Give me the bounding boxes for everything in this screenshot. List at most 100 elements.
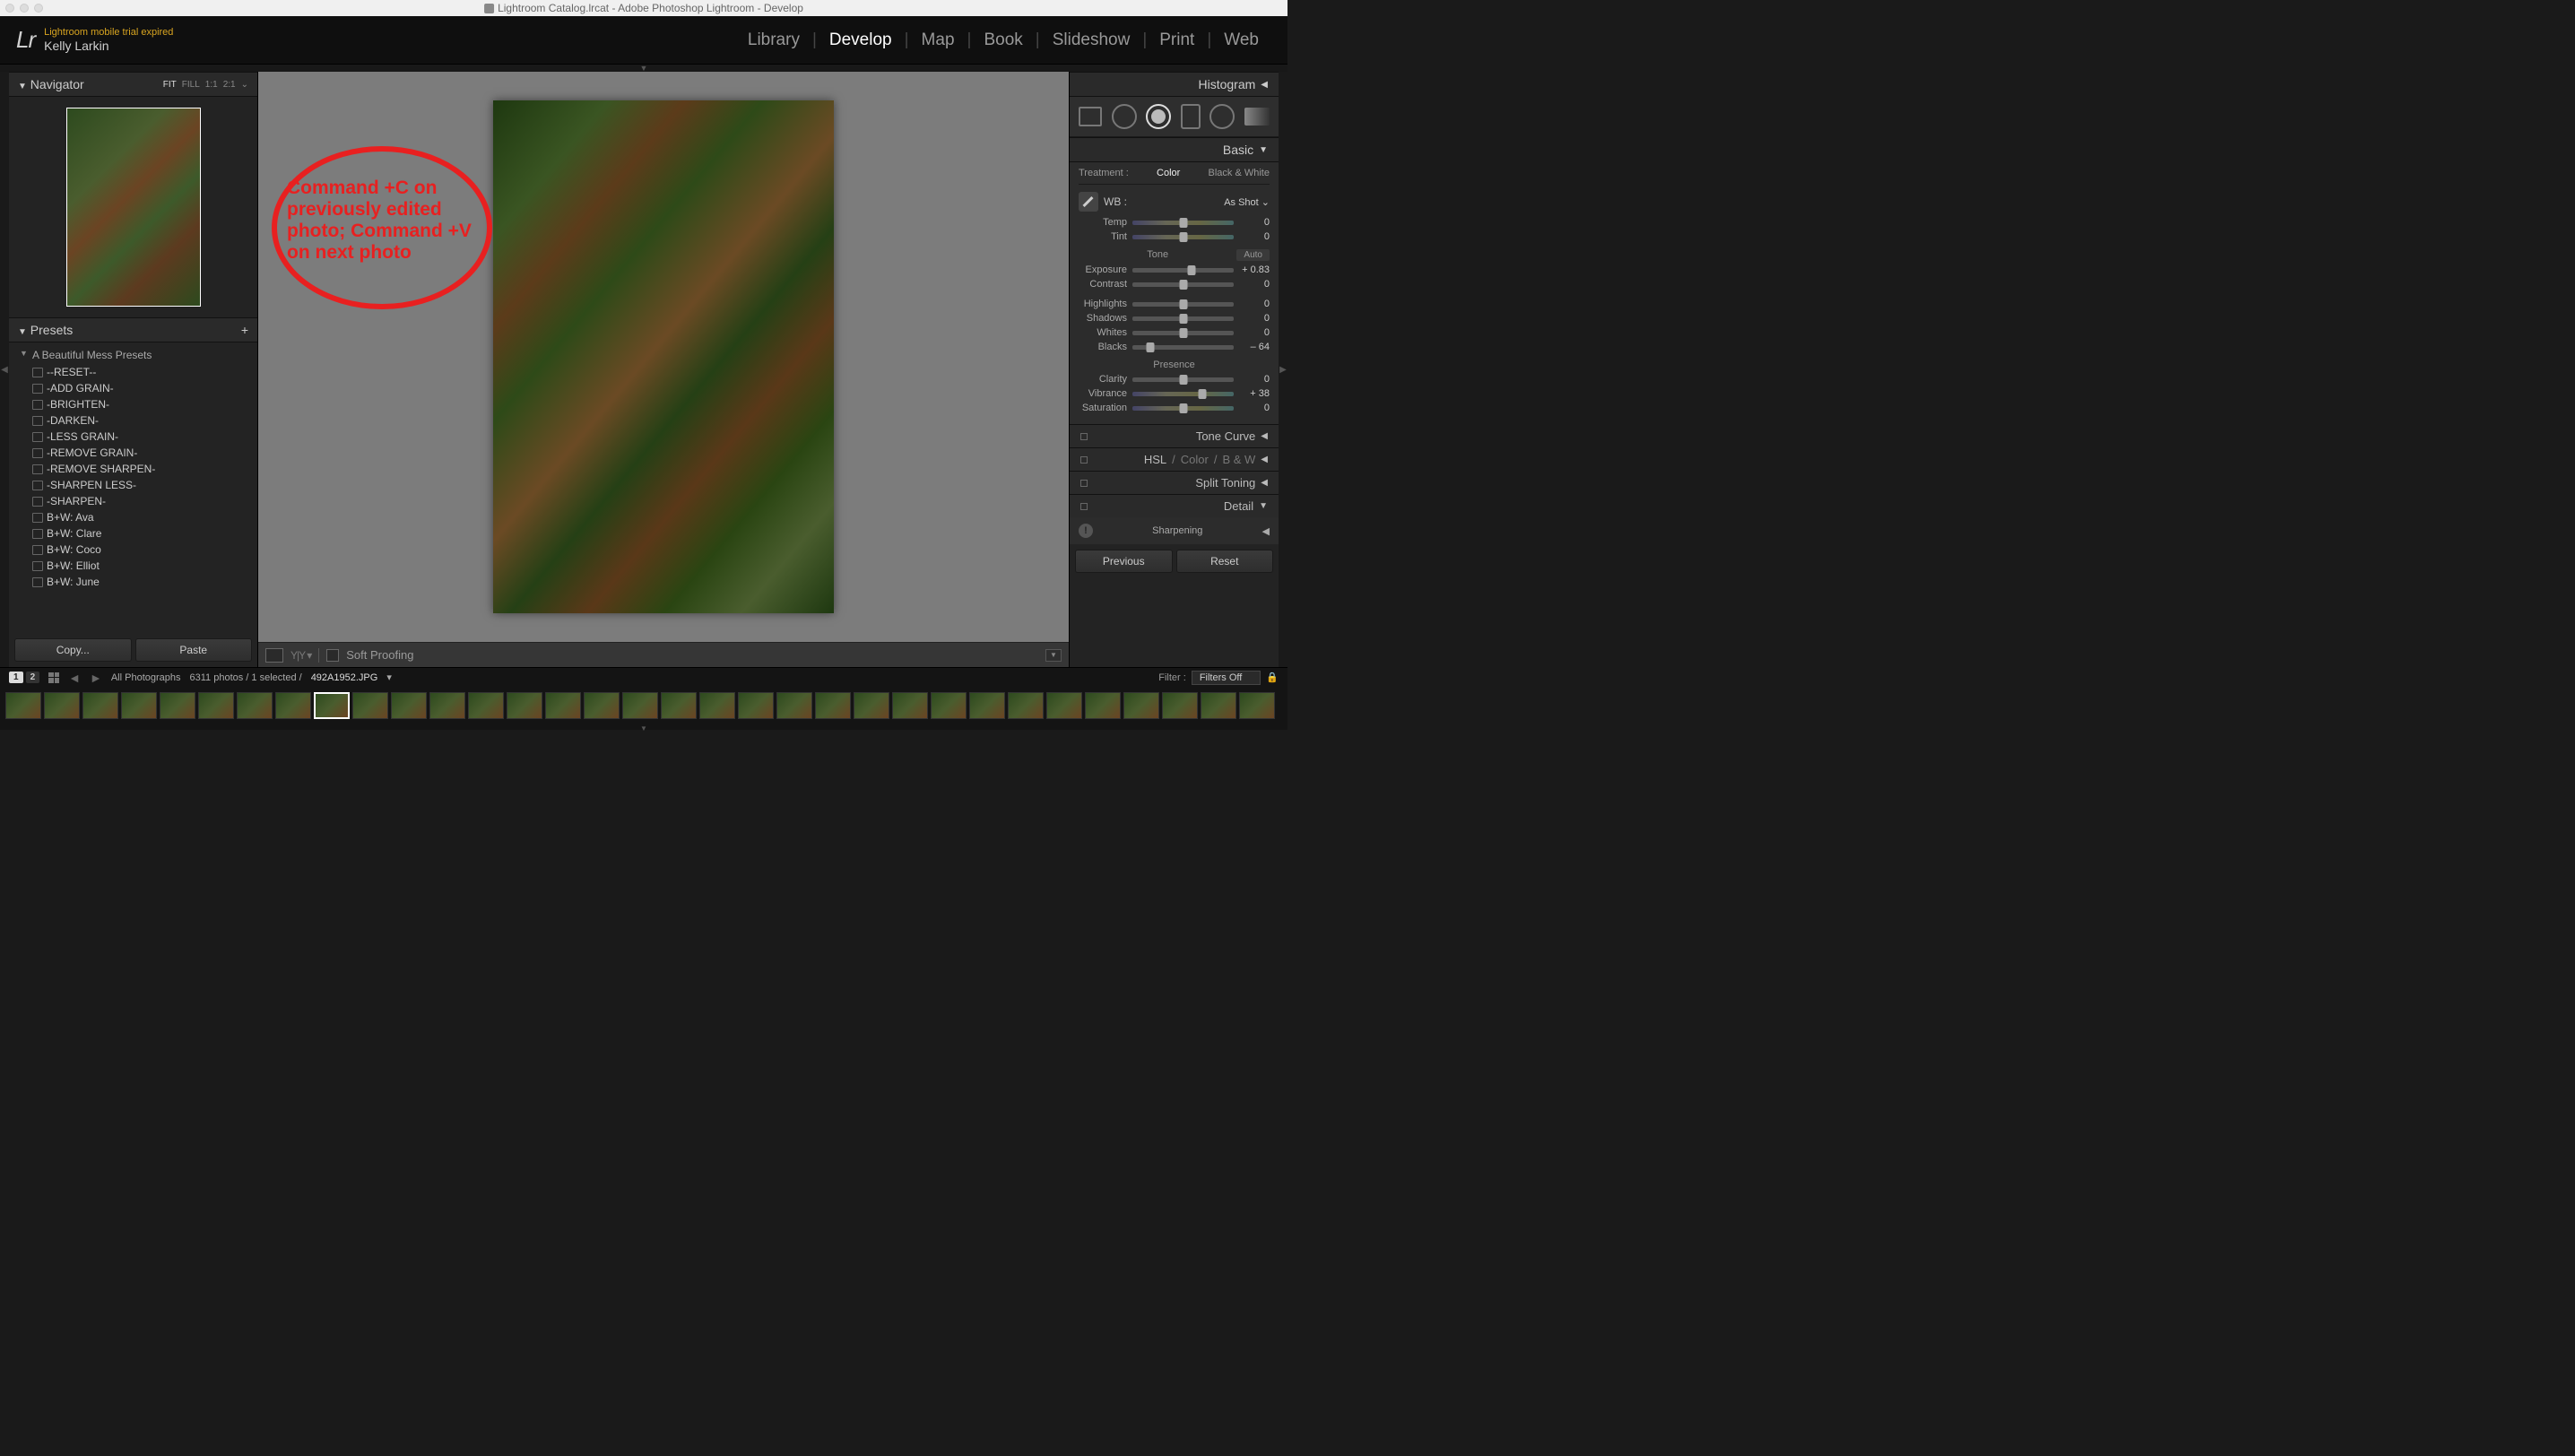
basic-header[interactable]: Basic▼ <box>1070 137 1279 162</box>
vibrance-value[interactable]: + 38 <box>1239 388 1270 399</box>
navigator-preview[interactable] <box>66 108 201 307</box>
window-close-icon[interactable] <box>5 4 14 13</box>
add-preset-icon[interactable]: + <box>241 323 248 337</box>
filmstrip-thumb[interactable] <box>1162 692 1198 719</box>
previous-button[interactable]: Previous <box>1075 550 1173 573</box>
preset-item[interactable]: -LESS GRAIN- <box>9 429 257 445</box>
left-panel-grip[interactable]: ◀ <box>0 72 9 667</box>
exposure-slider[interactable] <box>1132 268 1234 273</box>
redeye-tool-icon[interactable] <box>1146 104 1171 129</box>
preset-item[interactable]: B+W: Clare <box>9 525 257 542</box>
detail-toggle-icon[interactable]: ◀ <box>1262 525 1270 537</box>
hsl-header[interactable]: HSL/Color/B & W◀ <box>1070 447 1279 471</box>
filmstrip-thumb[interactable] <box>5 692 41 719</box>
warning-icon[interactable]: ! <box>1079 524 1093 538</box>
filmstrip-thumb[interactable] <box>198 692 234 719</box>
preset-item[interactable]: -BRIGHTEN- <box>9 396 257 412</box>
filmstrip[interactable] <box>0 687 1288 724</box>
zoom-2-1[interactable]: 2:1 <box>223 80 236 90</box>
preset-item[interactable]: B+W: Ava <box>9 509 257 525</box>
filmstrip-thumb[interactable] <box>699 692 735 719</box>
copy-button[interactable]: Copy... <box>14 638 132 662</box>
brush-tool-icon[interactable] <box>1244 108 1270 126</box>
next-photo-icon[interactable]: ► <box>90 671 102 685</box>
preset-item[interactable]: -DARKEN- <box>9 412 257 429</box>
filmstrip-thumb[interactable] <box>776 692 812 719</box>
crop-tool-icon[interactable] <box>1079 107 1102 126</box>
collection-name[interactable]: All Photographs <box>111 672 181 683</box>
filmstrip-thumb[interactable] <box>1046 692 1082 719</box>
filmstrip-thumb[interactable] <box>622 692 658 719</box>
saturation-slider[interactable] <box>1132 406 1234 411</box>
whites-value[interactable]: 0 <box>1239 327 1270 338</box>
module-develop[interactable]: Develop <box>817 30 905 50</box>
filmstrip-thumb[interactable] <box>892 692 928 719</box>
zoom-fit[interactable]: FIT <box>163 80 177 90</box>
filmstrip-thumb[interactable] <box>1239 692 1275 719</box>
module-print[interactable]: Print <box>1147 30 1207 50</box>
filter-dropdown[interactable]: Filters Off <box>1192 671 1261 685</box>
filmstrip-thumb[interactable] <box>1123 692 1159 719</box>
filmstrip-thumb[interactable] <box>815 692 851 719</box>
bottom-panel-toggle[interactable]: ▼ <box>0 724 1288 730</box>
preset-item[interactable]: B+W: Coco <box>9 542 257 558</box>
filmstrip-thumb[interactable] <box>584 692 620 719</box>
auto-tone-button[interactable]: Auto <box>1236 249 1270 261</box>
main-photo[interactable] <box>493 100 834 613</box>
grid-view-icon[interactable] <box>48 672 59 683</box>
contrast-value[interactable]: 0 <box>1239 279 1270 290</box>
split-toning-header[interactable]: Split Toning◀ <box>1070 471 1279 494</box>
filmstrip-thumb[interactable] <box>1201 692 1236 719</box>
filmstrip-thumb[interactable] <box>121 692 157 719</box>
before-after-icon[interactable]: Y|Y ▾ <box>290 649 311 662</box>
filmstrip-thumb[interactable] <box>391 692 427 719</box>
preset-item[interactable]: B+W: Elliot <box>9 558 257 574</box>
treatment-color[interactable]: Color <box>1157 168 1180 178</box>
module-map[interactable]: Map <box>909 30 967 50</box>
temp-slider[interactable] <box>1132 221 1234 225</box>
top-panel-toggle[interactable]: ▼ <box>0 65 1288 72</box>
tint-slider[interactable] <box>1132 235 1234 239</box>
presets-header[interactable]: ▼ Presets + <box>9 317 257 342</box>
zoom-fill[interactable]: FILL <box>182 80 200 90</box>
filmstrip-thumb[interactable] <box>1085 692 1121 719</box>
zoom-1-1[interactable]: 1:1 <box>205 80 218 90</box>
radial-filter-icon[interactable] <box>1209 104 1235 129</box>
exposure-value[interactable]: + 0.83 <box>1239 264 1270 275</box>
blacks-slider[interactable] <box>1132 345 1234 350</box>
filmstrip-thumb[interactable] <box>854 692 889 719</box>
module-slideshow[interactable]: Slideshow <box>1040 30 1143 50</box>
filmstrip-thumb[interactable] <box>969 692 1005 719</box>
module-library[interactable]: Library <box>735 30 812 50</box>
filmstrip-thumb[interactable] <box>160 692 195 719</box>
wb-eyedropper-icon[interactable] <box>1079 192 1098 212</box>
spot-tool-icon[interactable] <box>1112 104 1137 129</box>
contrast-slider[interactable] <box>1132 282 1234 287</box>
module-web[interactable]: Web <box>1211 30 1271 50</box>
preset-item[interactable]: -REMOVE GRAIN- <box>9 445 257 461</box>
blacks-value[interactable]: – 64 <box>1239 342 1270 352</box>
detail-header[interactable]: Detail▼ <box>1070 494 1279 517</box>
preset-item[interactable]: -SHARPEN- <box>9 493 257 509</box>
module-book[interactable]: Book <box>971 30 1035 50</box>
view-badge-2[interactable]: 2 <box>26 672 40 683</box>
temp-value[interactable]: 0 <box>1239 217 1270 228</box>
filmstrip-thumb[interactable] <box>661 692 697 719</box>
filmstrip-thumb[interactable] <box>1008 692 1044 719</box>
preset-item[interactable]: -ADD GRAIN- <box>9 380 257 396</box>
preset-item[interactable]: -REMOVE SHARPEN- <box>9 461 257 477</box>
filmstrip-thumb[interactable] <box>545 692 581 719</box>
tint-value[interactable]: 0 <box>1239 231 1270 242</box>
highlights-slider[interactable] <box>1132 302 1234 307</box>
filmstrip-thumb[interactable] <box>931 692 967 719</box>
filmstrip-thumb[interactable] <box>738 692 774 719</box>
whites-slider[interactable] <box>1132 331 1234 335</box>
preset-item[interactable]: B+W: June <box>9 574 257 590</box>
prev-photo-icon[interactable]: ◄ <box>68 671 81 685</box>
clarity-slider[interactable] <box>1132 377 1234 382</box>
window-minimize-icon[interactable] <box>20 4 29 13</box>
graduated-filter-icon[interactable] <box>1181 104 1201 129</box>
reset-button[interactable]: Reset <box>1176 550 1274 573</box>
zoom-dropdown-icon[interactable]: ⌄ <box>241 80 248 90</box>
navigator-header[interactable]: ▼ Navigator FIT FILL 1:1 2:1 ⌄ <box>9 72 257 97</box>
